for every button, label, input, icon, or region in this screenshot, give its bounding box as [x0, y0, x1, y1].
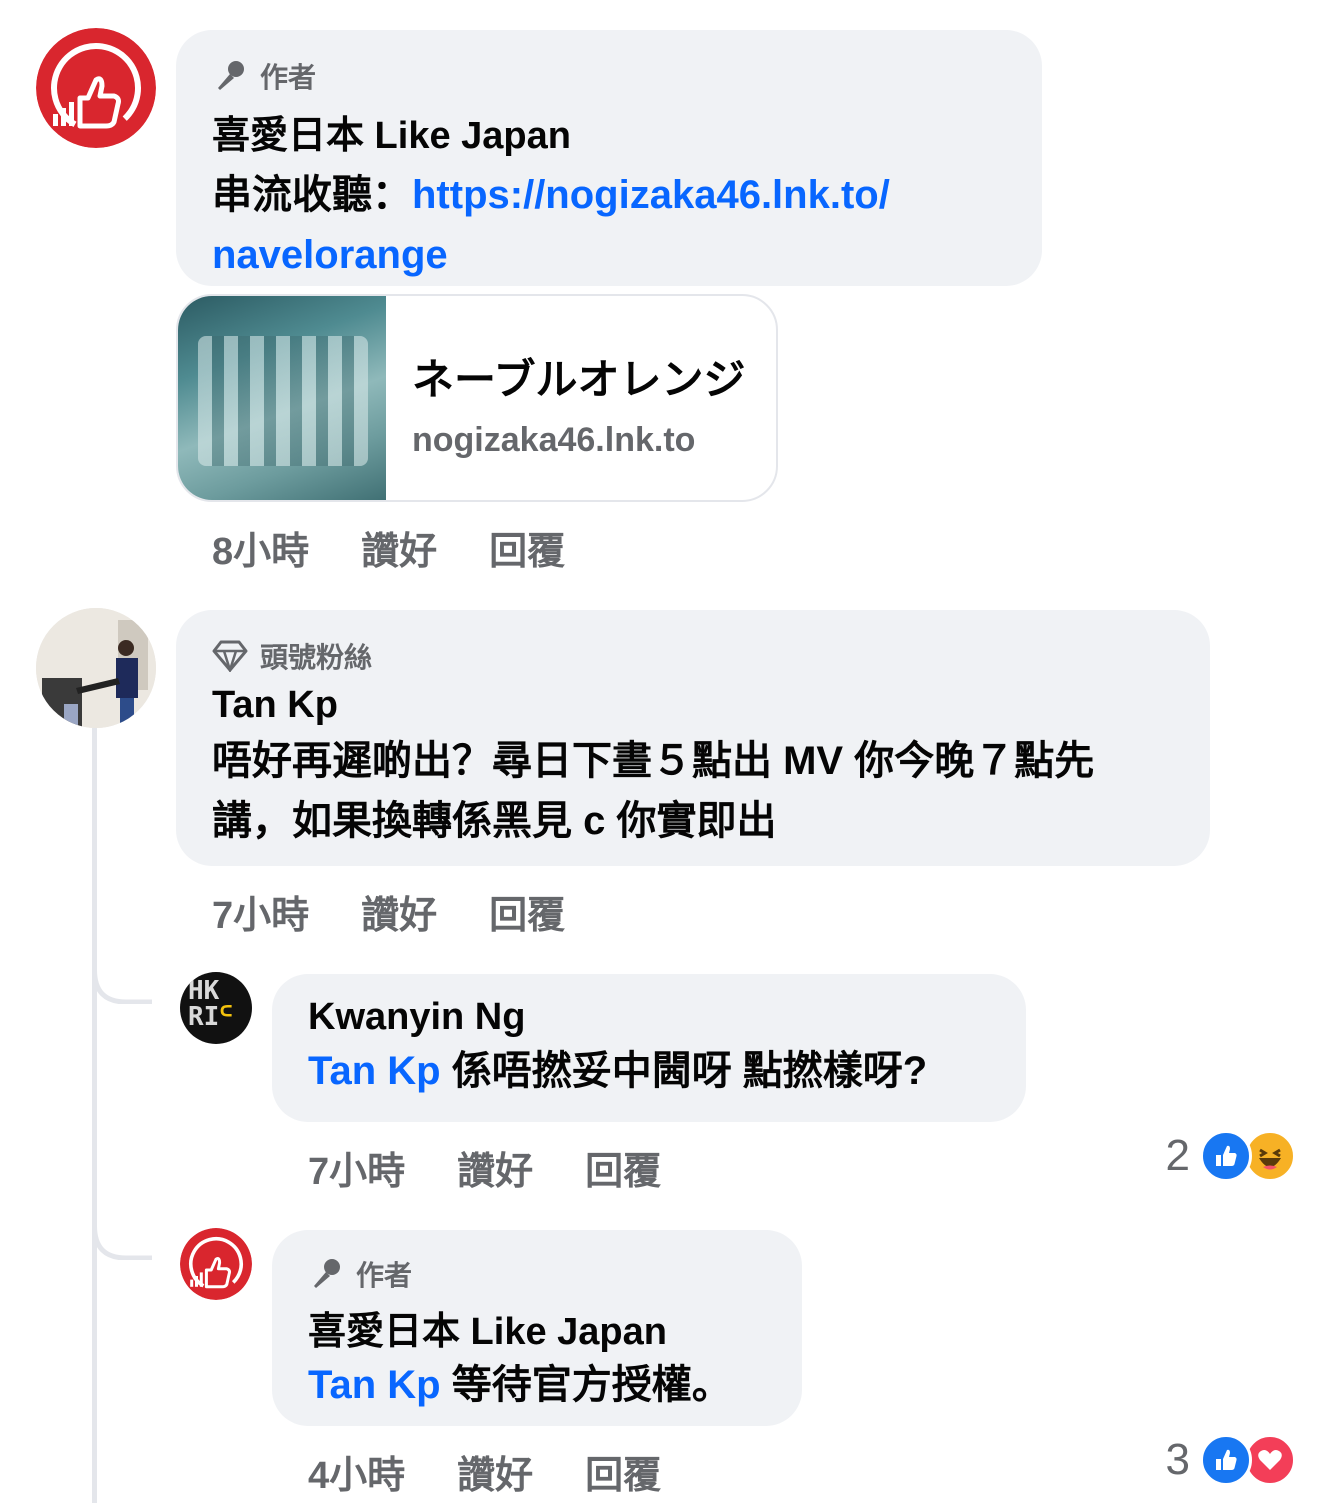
comment-text: 串流收聽：https://nogizaka46.lnk.to/ navelora… [212, 165, 1006, 285]
like-button[interactable]: 讚好 [457, 1444, 533, 1499]
like-button[interactable]: 讚好 [361, 884, 437, 939]
reply-author[interactable]: Kwanyin Ng [308, 996, 990, 1039]
mention-link[interactable]: Tan Kp [308, 1049, 441, 1093]
reply-actions: 7小時 讚好 回覆 [308, 1140, 661, 1195]
top-fan-badge: 頭號粉絲 [212, 636, 1174, 676]
comment-bubble: 作者 喜愛日本 Like Japan 串流收聽：https://nogizaka… [176, 30, 1042, 286]
comment-text-prefix: 串流收聽： [212, 173, 412, 217]
like-icon [1200, 1130, 1252, 1182]
reaction-summary[interactable]: 2 [1166, 1130, 1296, 1182]
user-photo [36, 608, 156, 728]
reply-bubble: Kwanyin Ng Tan Kp 係唔撚妥中閪呀 點撚樣呀? [272, 974, 1026, 1122]
like-icon [1200, 1434, 1252, 1486]
microphone-icon [314, 1259, 340, 1288]
reply-connector [92, 940, 152, 1004]
reply-button[interactable]: 回覆 [585, 1444, 661, 1499]
reaction-count: 3 [1165, 1435, 1190, 1484]
comment-author[interactable]: 喜愛日本 Like Japan [212, 104, 1006, 159]
author-badge: 作者 [308, 1254, 766, 1294]
comment-text-line: 講，如果換轉係黑見 c 你實即出 [212, 799, 777, 843]
comment-time[interactable]: 8小時 [212, 520, 309, 575]
page-avatar[interactable] [36, 28, 156, 148]
comment-author[interactable]: Tan Kp [212, 684, 1174, 727]
reaction-count: 2 [1165, 1131, 1190, 1180]
reply-button[interactable]: 回覆 [489, 884, 565, 939]
reply-button[interactable]: 回覆 [585, 1140, 661, 1195]
page-avatar[interactable] [180, 1228, 252, 1300]
badge-label: 作者 [260, 62, 317, 93]
link-preview-domain: nogizaka46.lnk.to [412, 421, 696, 459]
comment-link-continued[interactable]: navelorange [212, 233, 448, 277]
avatar-text: HK RIᒼ [188, 976, 233, 1032]
comment-text-line: 唔好再遲啲出？尋日下晝５點出 MV 你今晚７點先 [212, 739, 1095, 783]
reply-actions: 4小時 讚好 回覆 [308, 1444, 661, 1499]
microphone-icon [218, 61, 244, 90]
reply-text: Tan Kp 係唔撚妥中閪呀 點撚樣呀? [308, 1041, 990, 1101]
comment-actions: 8小時 讚好 回覆 [212, 520, 565, 575]
reply-bubble: 作者 喜愛日本 Like Japan Tan Kp 等待官方授權。 [272, 1230, 802, 1426]
reply-author[interactable]: 喜愛日本 Like Japan [308, 1300, 766, 1355]
reply-button[interactable]: 回覆 [489, 520, 565, 575]
reply-text: Tan Kp 等待官方授權。 [308, 1355, 766, 1415]
reply-time[interactable]: 7小時 [308, 1140, 405, 1195]
user-avatar[interactable] [36, 608, 156, 728]
like-japan-logo-icon [36, 28, 156, 148]
link-preview-title: ネーブルオレンジ [412, 356, 746, 403]
reaction-summary[interactable]: 3 [1166, 1434, 1296, 1486]
badge-label: 頭號粉絲 [260, 642, 373, 673]
link-preview-card[interactable]: ネーブルオレンジ nogizaka46.lnk.to [176, 294, 778, 502]
like-japan-logo-icon [180, 1228, 252, 1300]
like-button[interactable]: 讚好 [361, 520, 437, 575]
comment-bubble: 頭號粉絲 Tan Kp 唔好再遲啲出？尋日下晝５點出 MV 你今晚７點先 講，如… [176, 610, 1210, 866]
link-preview-image [178, 296, 386, 500]
reply-text-content: 等待官方授權。 [440, 1363, 732, 1407]
reply-connector [92, 1196, 152, 1260]
user-avatar[interactable]: HK RIᒼ [180, 972, 252, 1044]
reply-time[interactable]: 4小時 [308, 1444, 405, 1499]
reply-text-content: 係唔撚妥中閪呀 點撚樣呀? [440, 1049, 928, 1093]
comment-link[interactable]: https://nogizaka46.lnk.to/ [412, 173, 890, 217]
comment-text: 唔好再遲啲出？尋日下晝５點出 MV 你今晚７點先 講，如果換轉係黑見 c 你實即… [212, 731, 1174, 851]
author-badge: 作者 [212, 56, 1006, 96]
badge-label: 作者 [356, 1260, 413, 1291]
comment-time[interactable]: 7小時 [212, 884, 309, 939]
like-button[interactable]: 讚好 [457, 1140, 533, 1195]
comment-actions: 7小時 讚好 回覆 [212, 884, 565, 939]
thread-line [92, 728, 97, 1503]
mention-link[interactable]: Tan Kp [308, 1363, 441, 1407]
diamond-icon [212, 640, 248, 672]
